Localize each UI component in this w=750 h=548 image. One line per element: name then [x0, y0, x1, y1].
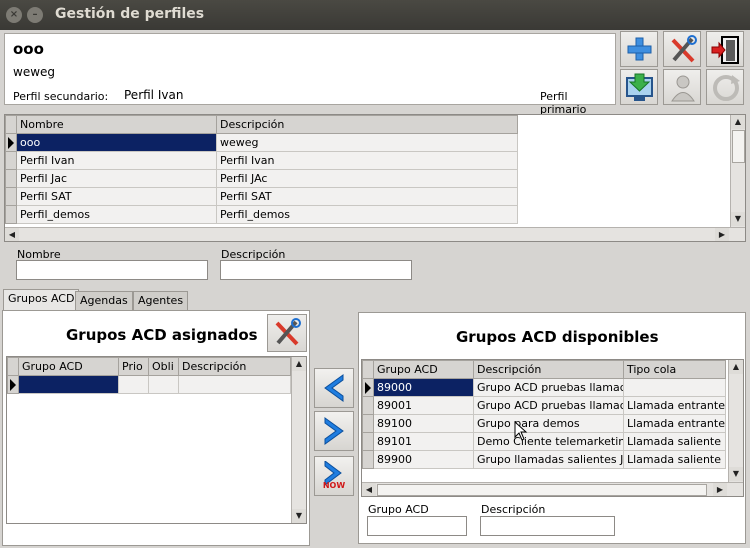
scroll-down-icon[interactable]: ▼ [731, 212, 745, 226]
table-row[interactable] [7, 375, 291, 394]
move-left-button[interactable] [314, 368, 354, 408]
wrench-screwdriver-icon [275, 318, 301, 346]
profiles-vertical-scrollbar[interactable]: ▲ ▼ [730, 115, 745, 227]
window-close-button[interactable]: × [6, 7, 22, 23]
monitor-download-icon [626, 73, 653, 101]
row-pointer-icon [365, 381, 371, 394]
add-profile-button[interactable] [620, 31, 658, 67]
column-header-descripcion[interactable]: Descripción [178, 357, 291, 376]
table-row[interactable]: 89001 Grupo ACD pruebas llamada Llamada … [362, 396, 726, 415]
window-minimize-button[interactable]: – [27, 7, 43, 23]
table-row[interactable]: 89100 Grupo para demos Llamada entrante [362, 414, 726, 433]
tab-agentes[interactable]: Agentes [133, 291, 189, 310]
assigned-tools-button[interactable] [267, 314, 307, 352]
user-config-button[interactable] [663, 69, 701, 105]
scroll-down-icon[interactable]: ▼ [729, 467, 743, 481]
filter-name-input[interactable] [16, 260, 208, 280]
row-pointer-icon [10, 378, 16, 391]
available-groups-title: Grupos ACD disponibles [456, 328, 659, 346]
refresh-button[interactable] [706, 69, 744, 105]
plus-icon [627, 37, 652, 61]
tools-button[interactable] [663, 31, 701, 67]
available-vertical-scrollbar[interactable]: ▲ ▼ [728, 360, 743, 482]
column-header-grupo-acd[interactable]: Grupo ACD [18, 357, 119, 376]
title-bar: × – Gestión de perfiles [0, 0, 750, 30]
window-title: Gestión de perfiles [55, 6, 205, 22]
scroll-right-icon[interactable]: ▶ [715, 228, 729, 241]
scroll-right-icon[interactable]: ▶ [713, 483, 727, 496]
available-horizontal-scrollbar[interactable]: ◀ ▶ [362, 482, 743, 496]
move-right-now-button[interactable]: NOW [314, 456, 354, 496]
profile-name: ooo [13, 40, 44, 58]
secondary-profile-label: Perfil secundario: [13, 90, 109, 103]
column-header-prio[interactable]: Prio [118, 357, 149, 376]
download-button[interactable] [620, 69, 658, 105]
assigned-vertical-scrollbar[interactable]: ▲ ▼ [291, 357, 306, 523]
exit-button[interactable] [706, 31, 744, 67]
profile-description: weweg [13, 65, 56, 79]
table-row[interactable]: ooo weweg [5, 133, 518, 152]
table-row[interactable]: 89000 Grupo ACD pruebas llamada [362, 378, 726, 397]
tab-agendas[interactable]: Agendas [75, 291, 133, 310]
table-row[interactable]: Perfil SAT Perfil SAT [5, 187, 518, 206]
available-groups-pane: Grupos ACD disponibles Grupo ACD Descrip… [358, 312, 746, 544]
tab-grupos-acd[interactable]: Grupos ACD [3, 289, 80, 311]
assigned-groups-title: Grupos ACD asignados [66, 326, 258, 344]
table-row[interactable]: 89900 Grupo llamadas salientes JA Llamad… [362, 450, 726, 469]
column-header-obli[interactable]: Obli [148, 357, 179, 376]
scroll-up-icon[interactable]: ▲ [729, 360, 743, 374]
available-filter-group-input[interactable] [367, 516, 467, 536]
arrow-left-icon [324, 374, 344, 402]
scroll-thumb[interactable] [377, 484, 707, 496]
available-filter-description-label: Descripción [481, 503, 546, 516]
table-row[interactable]: Perfil Jac Perfil JAc [5, 169, 518, 188]
column-header-descripcion[interactable]: Descripción [473, 360, 624, 379]
column-header-grupo-acd[interactable]: Grupo ACD [373, 360, 474, 379]
available-filter-group-label: Grupo ACD [368, 503, 429, 516]
move-right-button[interactable] [314, 411, 354, 451]
refresh-icon [713, 75, 740, 101]
row-pointer-icon [8, 136, 14, 149]
primary-profile-label: Perfil primario [540, 90, 587, 116]
now-label: NOW [322, 481, 346, 490]
secondary-profile-value: Perfil Ivan [124, 88, 184, 102]
assigned-groups-grid: Grupo ACD Prio Obli Descripción ▲ ▼ [6, 356, 307, 524]
available-filter-description-input[interactable] [480, 516, 615, 536]
scroll-thumb[interactable] [732, 130, 745, 163]
scroll-up-icon[interactable]: ▲ [731, 115, 745, 129]
user-phone-icon [671, 75, 695, 102]
column-header-tipo-cola[interactable]: Tipo cola [623, 360, 726, 379]
scroll-down-icon[interactable]: ▼ [292, 509, 306, 523]
available-groups-grid: Grupo ACD Descripción Tipo cola 89000 Gr… [361, 359, 744, 497]
wrench-screwdriver-icon [671, 35, 697, 63]
mouse-cursor-icon [514, 421, 528, 441]
profiles-horizontal-scrollbar[interactable]: ◀ ▶ [5, 227, 745, 241]
profiles-grid: Nombre Descripción ooo weweg Perfil Ivan… [4, 114, 746, 242]
arrow-right-icon [324, 417, 344, 445]
column-header-nombre[interactable]: Nombre [16, 115, 217, 134]
table-row[interactable]: Perfil Ivan Perfil Ivan [5, 151, 518, 170]
table-row[interactable]: Perfil_demos Perfil_demos [5, 205, 518, 224]
exit-door-icon [711, 36, 739, 64]
scroll-left-icon[interactable]: ◀ [5, 228, 19, 241]
column-header-descripcion[interactable]: Descripción [216, 115, 518, 134]
scroll-left-icon[interactable]: ◀ [362, 483, 376, 496]
scroll-up-icon[interactable]: ▲ [292, 357, 306, 371]
filter-description-input[interactable] [220, 260, 412, 280]
profile-header-panel: ooo weweg Perfil secundario: Perfil Ivan… [4, 33, 616, 116]
assigned-groups-pane: Grupos ACD asignados Grupo ACD Prio Obli… [2, 310, 310, 546]
table-row[interactable]: 89101 Demo Cliente telemarketing Llamada… [362, 432, 726, 451]
